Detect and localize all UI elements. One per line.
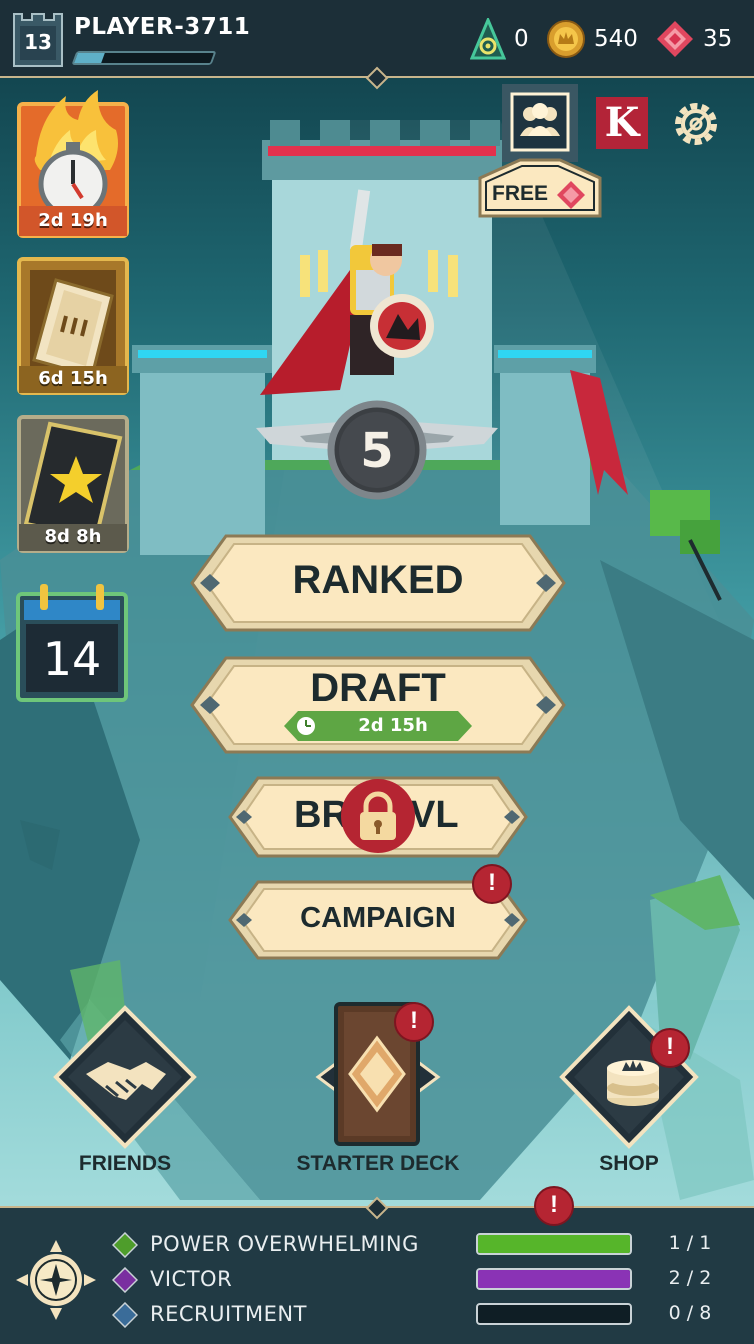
quest-count: 0 / 8 <box>668 1302 712 1324</box>
starter-deck-nav-button[interactable]: STARTER DECK <box>288 1002 468 1180</box>
friends-invite-button[interactable] <box>502 84 578 162</box>
calendar-day: 14 <box>42 632 102 686</box>
quest-name: POWER OVERWHELMING <box>150 1232 419 1256</box>
shop-alert-badge: ! <box>650 1028 690 1068</box>
kongregate-button[interactable]: K <box>596 97 648 149</box>
rank-number: 5 <box>360 423 394 479</box>
coin-stack-icon <box>559 1005 699 1149</box>
quest-row[interactable]: POWER OVERWHELMING 1 / 1 <box>110 1230 750 1260</box>
campaign-label: CAMPAIGN <box>300 902 456 934</box>
quest-progress-fill <box>478 1270 630 1288</box>
quest-row[interactable]: VICTOR 2 / 2 <box>110 1265 750 1295</box>
gem-icon <box>657 21 693 57</box>
ranked-button[interactable]: RANKED <box>190 534 566 632</box>
brawl-button[interactable]: BR VL <box>228 776 528 858</box>
quest-progress-fill <box>478 1235 630 1253</box>
kongregate-k-label: K <box>604 99 640 146</box>
campaign-alert-badge: ! <box>472 864 512 904</box>
quest-progress-bar <box>476 1268 632 1290</box>
quest-panel: POWER OVERWHELMING 1 / 1 VICTOR 2 / 2 RE… <box>0 1196 754 1344</box>
handshake-icon <box>53 1005 197 1149</box>
xp-progress-fill <box>74 53 106 63</box>
draft-timer: 2d 15h <box>358 715 428 736</box>
event-tile-stopwatch[interactable]: 2d 19h <box>16 86 130 240</box>
free-gem-reward[interactable]: FREE <box>476 156 604 220</box>
gem-currency[interactable]: 35 <box>655 18 732 60</box>
daily-calendar[interactable]: 14 <box>16 582 128 702</box>
event-timer: 8d 8h <box>44 526 102 547</box>
quest-progress-bar <box>476 1303 632 1325</box>
starter-deck-alert-badge: ! <box>394 1002 434 1042</box>
event-tile-card-pack[interactable]: 6d 15h <box>16 256 130 396</box>
player-level-badge[interactable]: 13 <box>12 8 64 68</box>
shard-icon <box>470 18 506 60</box>
starter-deck-label: STARTER DECK <box>296 1152 460 1175</box>
gold-currency[interactable]: 540 <box>546 18 638 60</box>
quest-progress-bar <box>476 1233 632 1255</box>
shop-nav-button[interactable]: SHOP <box>556 1002 702 1180</box>
event-tile-star-card[interactable]: 8d 8h <box>16 414 130 554</box>
quest-count: 2 / 2 <box>668 1267 712 1289</box>
group-icon <box>502 84 578 162</box>
gem-count: 35 <box>703 26 733 52</box>
quest-count: 1 / 1 <box>668 1232 712 1254</box>
draft-timer-chip: 2d 15h <box>284 711 472 741</box>
friends-label: FRIENDS <box>78 1152 172 1175</box>
shard-count: 0 <box>514 26 529 52</box>
deck-card-icon <box>315 1002 441 1146</box>
friends-nav-button[interactable]: FRIENDS <box>50 1002 200 1180</box>
player-level: 13 <box>24 30 52 54</box>
shop-label: SHOP <box>599 1152 659 1175</box>
gem-icon <box>557 181 585 209</box>
quest-name: VICTOR <box>150 1267 233 1291</box>
gear-icon <box>675 103 717 145</box>
gold-coin-icon <box>547 20 585 58</box>
quest-panel-ornament <box>365 1196 389 1220</box>
shard-currency[interactable]: 0 <box>470 18 529 60</box>
event-timer: 6d 15h <box>38 368 108 389</box>
brawl-label-right: VL <box>410 794 459 836</box>
ranked-label: RANKED <box>292 558 464 602</box>
rank-badge[interactable]: 5 <box>331 416 423 486</box>
event-timer: 2d 19h <box>38 210 108 231</box>
quest-diamond-icon <box>112 1267 138 1293</box>
quest-diamond-icon <box>112 1232 138 1258</box>
top-bar-divider-ornament <box>365 66 389 90</box>
quest-name: RECRUITMENT <box>150 1302 307 1326</box>
quest-compass-icon[interactable] <box>14 1238 98 1322</box>
quest-row[interactable]: RECRUITMENT 0 / 8 <box>110 1300 750 1330</box>
draft-label: DRAFT <box>310 666 446 710</box>
settings-button[interactable] <box>668 96 724 152</box>
free-label: FREE <box>492 182 549 205</box>
gold-count: 540 <box>594 26 638 52</box>
lock-icon <box>341 779 415 853</box>
player-name[interactable]: PLAYER-3711 <box>74 14 250 40</box>
xp-progress-bar <box>71 51 217 65</box>
quest-alert-badge: ! <box>534 1186 574 1226</box>
quest-diamond-icon <box>112 1302 138 1328</box>
